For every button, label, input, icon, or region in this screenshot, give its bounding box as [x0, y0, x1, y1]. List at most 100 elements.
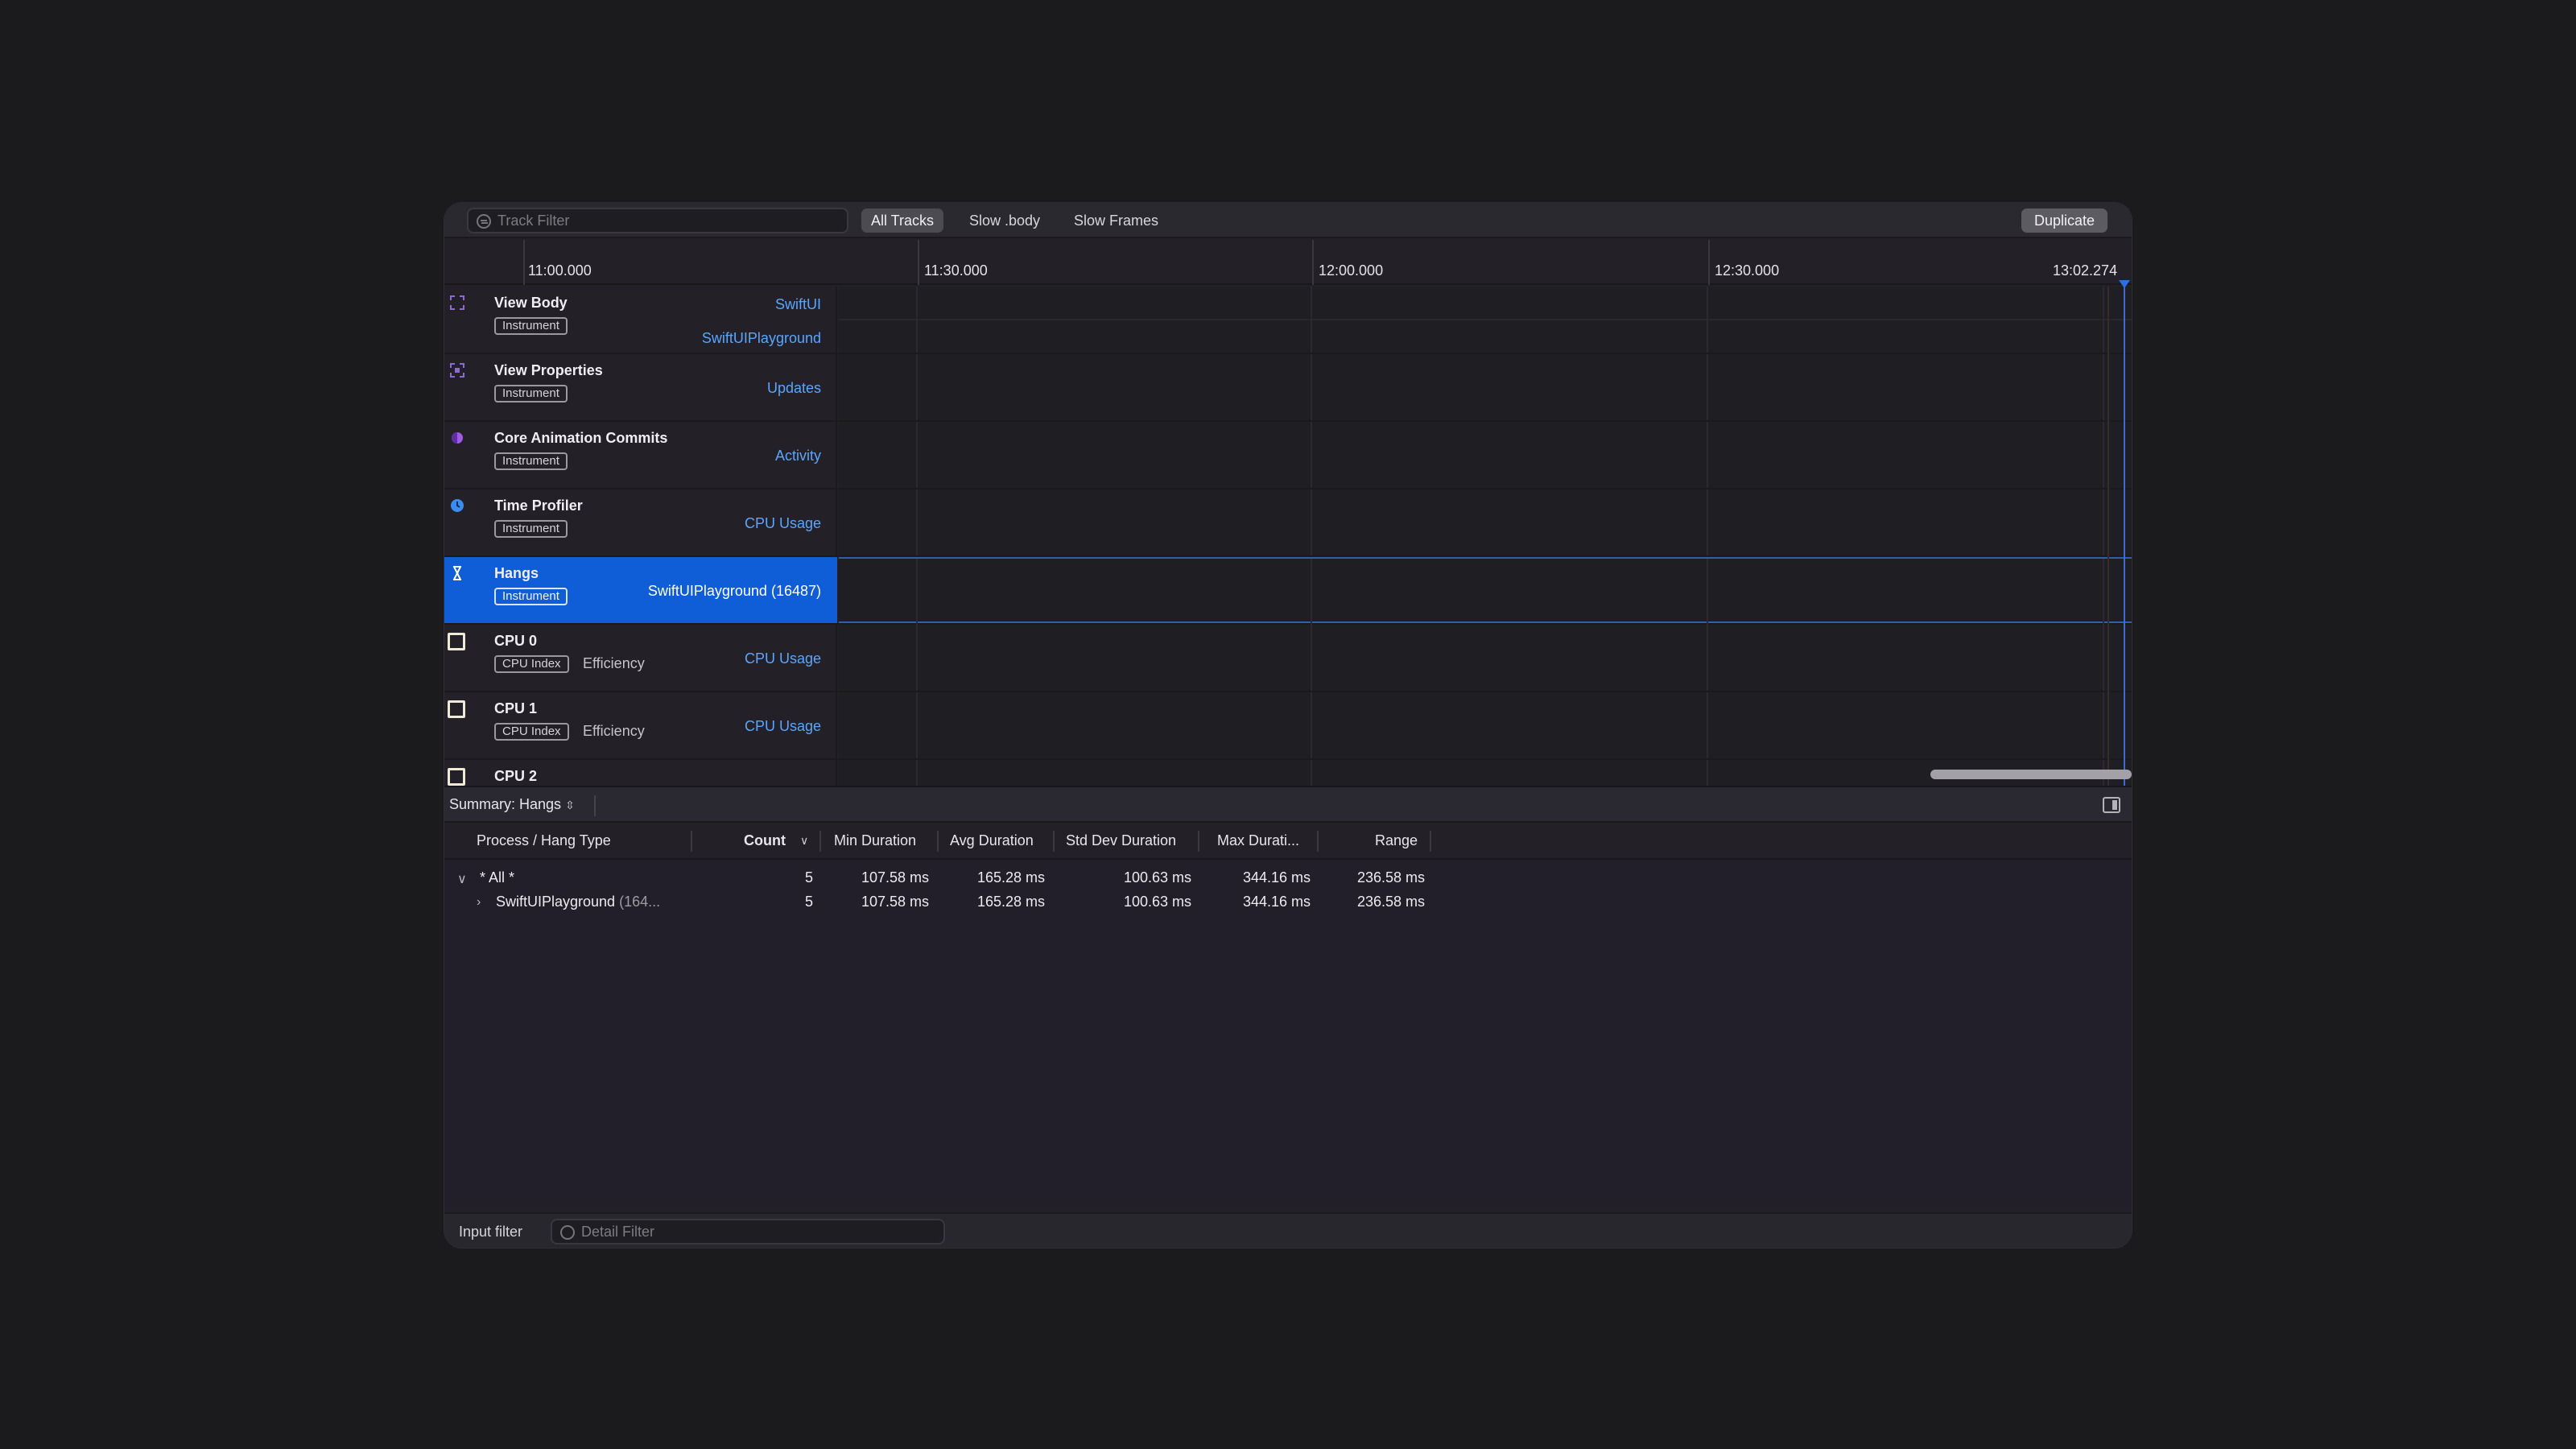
up-down-chevron-icon: ⇳	[565, 799, 575, 811]
track-header[interactable]: CPU 2	[444, 760, 837, 786]
row-name: * All *	[480, 869, 515, 886]
track-subtrack-label[interactable]: CPU Usage	[745, 515, 821, 532]
track-cpu-0[interactable]: CPU 0 CPU Index Efficiency CPU Usage	[444, 625, 2132, 692]
sort-descending-icon: ∨	[800, 834, 809, 847]
track-header[interactable]: View Body Instrument SwiftUI SwiftUIPlay…	[444, 287, 837, 353]
ruler-end-label: 13:02.274	[2053, 262, 2118, 279]
cpu-icon	[448, 633, 465, 650]
track-subtrack-label[interactable]: CPU Usage	[745, 718, 821, 735]
track-time-profiler[interactable]: Time Profiler Instrument CPU Usage	[444, 489, 2132, 557]
track-subtrack-label[interactable]: SwiftUIPlayground (16487)	[648, 583, 821, 600]
row-avg-duration: 165.28 ms	[976, 894, 1045, 910]
track-badge: Instrument	[494, 520, 568, 538]
column-header-min-duration[interactable]: Min Duration	[834, 832, 916, 849]
scope-all-tracks[interactable]: All Tracks	[861, 208, 944, 233]
track-lane[interactable]	[839, 354, 2132, 420]
playhead[interactable]	[2124, 280, 2125, 787]
chevron-down-icon[interactable]: ∨	[457, 871, 467, 887]
track-lane[interactable]	[839, 692, 2132, 758]
track-core-type: Efficiency	[583, 655, 645, 671]
track-subtrack-label[interactable]: Updates	[767, 380, 821, 397]
track-view-properties[interactable]: View Properties Instrument Updates	[444, 354, 2132, 422]
track-subtrack-label[interactable]: Activity	[775, 448, 821, 464]
detail-filter-field[interactable]	[551, 1219, 945, 1245]
column-header-avg-duration[interactable]: Avg Duration	[950, 832, 1034, 849]
track-lane[interactable]	[839, 557, 2132, 625]
track-name: Time Profiler	[494, 497, 583, 514]
track-badge: Instrument	[494, 385, 568, 402]
horizontal-scrollbar[interactable]	[1930, 770, 2132, 779]
cpu-icon	[448, 768, 465, 786]
track-filter-input[interactable]	[497, 211, 836, 230]
row-name: SwiftUIPlayground (164...	[496, 894, 661, 910]
row-std-dev-duration: 100.63 ms	[1123, 869, 1191, 886]
track-subtrack-label[interactable]: CPU Usage	[745, 650, 821, 667]
track-lane[interactable]	[839, 422, 2132, 488]
track-header[interactable]: View Properties Instrument Updates	[444, 354, 837, 420]
row-count: 5	[804, 894, 813, 910]
time-profiler-icon	[451, 499, 464, 512]
track-lane[interactable]	[839, 489, 2132, 555]
track-badge: CPU Index	[494, 655, 569, 673]
toolbar: All Tracks Slow .body Slow Frames Duplic…	[444, 203, 2132, 238]
ruler-tick-label: 11:00.000	[528, 262, 592, 279]
timeline-ruler[interactable]: 11:00.000 11:30.000 12:00.000 12:30.000 …	[444, 240, 2132, 285]
table-row[interactable]: ∨ * All * 5 107.58 ms 165.28 ms 100.63 m…	[444, 866, 2132, 890]
track-subtrack-label[interactable]: SwiftUIPlayground	[702, 330, 821, 347]
cpu-icon	[448, 700, 465, 718]
track-cpu-1[interactable]: CPU 1 CPU Index Efficiency CPU Usage	[444, 692, 2132, 760]
detail-filter-bar: Input filter	[444, 1212, 2132, 1248]
duplicate-button[interactable]: Duplicate	[2021, 208, 2107, 233]
track-name: CPU 2	[494, 768, 538, 784]
table-row[interactable]: › SwiftUIPlayground (164... 5 107.58 ms …	[444, 890, 2132, 914]
track-name: Core Animation Commits	[494, 430, 668, 446]
track-badge: Instrument	[494, 317, 568, 335]
track-filter-field[interactable]	[467, 208, 848, 233]
track-header[interactable]: Time Profiler Instrument CPU Usage	[444, 489, 837, 555]
track-header[interactable]: Hangs Instrument SwiftUIPlayground (1648…	[444, 557, 837, 623]
ruler-tick-label: 11:30.000	[924, 262, 988, 279]
column-header-max-duration[interactable]: Max Durati...	[1217, 832, 1299, 849]
track-badge: Instrument	[494, 588, 568, 605]
row-count: 5	[804, 869, 813, 886]
track-view-body[interactable]: View Body Instrument SwiftUI SwiftUIPlay…	[444, 287, 2132, 354]
track-header[interactable]: Core Animation Commits Instrument Activi…	[444, 422, 837, 488]
column-header-count[interactable]: Count	[744, 832, 786, 849]
ruler-tick	[523, 240, 525, 285]
summary-selector[interactable]: Summary: Hangs ⇳	[449, 796, 575, 813]
track-header[interactable]: CPU 1 CPU Index Efficiency CPU Usage	[444, 692, 837, 758]
sidebar-toggle-icon[interactable]	[2103, 797, 2120, 813]
column-header-process[interactable]: Process / Hang Type	[477, 832, 611, 849]
instruments-window: All Tracks Slow .body Slow Frames Duplic…	[444, 203, 2132, 1248]
track-cpu-2[interactable]: CPU 2	[444, 760, 2132, 786]
summary-table: Process / Hang Type Count ∨ Min Duration…	[444, 823, 2132, 1209]
table-header: Process / Hang Type Count ∨ Min Duration…	[444, 823, 2132, 860]
filter-icon	[477, 214, 491, 229]
detail-filter-input[interactable]	[581, 1222, 935, 1241]
track-list: View Body Instrument SwiftUI SwiftUIPlay…	[444, 287, 2132, 786]
track-hangs[interactable]: Hangs Instrument SwiftUIPlayground (1648…	[444, 557, 2132, 625]
input-filter-label[interactable]: Input filter	[459, 1224, 522, 1241]
column-header-range[interactable]: Range	[1375, 832, 1418, 849]
track-lane[interactable]	[839, 287, 2132, 353]
track-header[interactable]: CPU 0 CPU Index Efficiency CPU Usage	[444, 625, 837, 691]
track-core-animation-commits[interactable]: Core Animation Commits Instrument Activi…	[444, 422, 2132, 489]
scope-slow-frames[interactable]: Slow Frames	[1064, 208, 1168, 233]
hourglass-icon	[453, 566, 461, 580]
track-name: View Body	[494, 295, 568, 311]
swiftui-view-body-icon	[450, 295, 464, 310]
column-header-std-dev-duration[interactable]: Std Dev Duration	[1066, 832, 1176, 849]
row-avg-duration: 165.28 ms	[976, 869, 1045, 886]
ruler-tick	[1312, 240, 1314, 285]
ruler-tick-label: 12:30.000	[1715, 262, 1780, 279]
row-range: 236.58 ms	[1356, 869, 1425, 886]
row-std-dev-duration: 100.63 ms	[1123, 894, 1191, 910]
scope-slow-body[interactable]: Slow .body	[960, 208, 1050, 233]
chevron-right-icon[interactable]: ›	[477, 895, 481, 910]
track-lane[interactable]	[839, 625, 2132, 691]
track-subtrack-label[interactable]: SwiftUI	[775, 296, 821, 313]
row-max-duration: 344.16 ms	[1242, 894, 1311, 910]
playhead-handle[interactable]	[2119, 280, 2130, 288]
track-badge: Instrument	[494, 452, 568, 470]
ruler-tick-label: 12:00.000	[1319, 262, 1384, 279]
